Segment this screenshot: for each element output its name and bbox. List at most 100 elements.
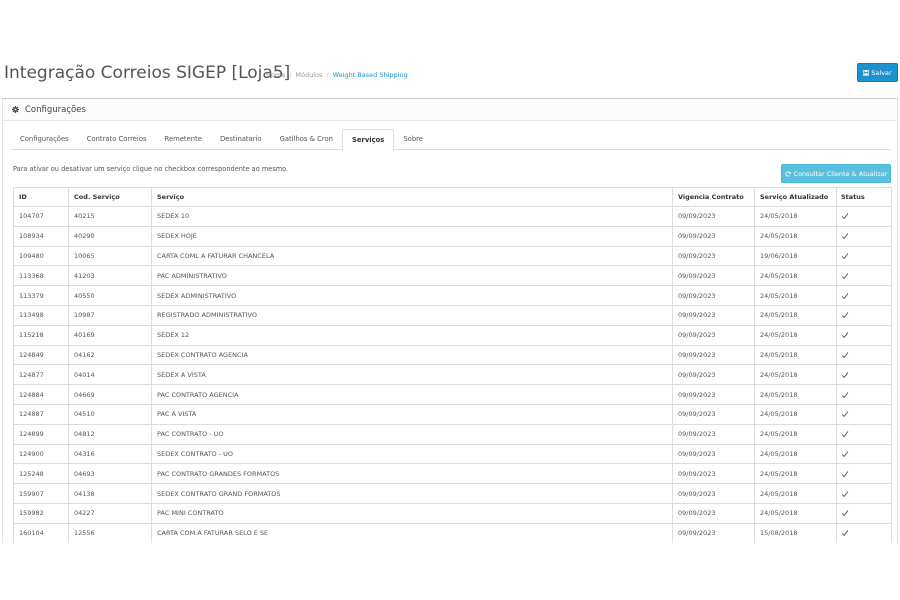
check-icon[interactable] [841,470,849,478]
cell-id: 124900 [13,443,69,465]
tab-gatilhos-cron[interactable]: Gatilhos & Cron [271,129,342,150]
gear-icon [12,106,19,113]
cell-status [836,384,892,405]
table-row: 159907 04138 SEDEX CONTRATO GRAND FORMATOS… [13,483,892,504]
cell-service: SEDEX CONTRATO AGENCIA [151,344,673,366]
check-icon[interactable] [841,212,849,220]
cell-service: CARTA COM A FATURAR SELO E SE [151,522,673,543]
tab-servicos[interactable]: Serviços [341,129,395,151]
cell-code: 12556 [68,522,152,543]
column-header-updated: Serviço Atualizado [754,187,837,207]
cell-validity: 09/09/2023 [672,265,755,287]
cell-code: 04812 [68,423,152,445]
table-row: 124877 04014 SEDEX A VISTA 09/09/2023 24/05/… [13,364,892,386]
check-icon[interactable] [841,410,849,418]
check-icon[interactable] [841,450,849,458]
check-icon[interactable] [841,430,849,438]
consult-update-button[interactable]: Consultar Cliente & Atualizar [781,164,891,183]
cell-code: 04669 [68,384,152,405]
cell-validity: 09/09/2023 [672,285,755,306]
table-row: 159982 04227 PAC MINI CONTRATO 09/09/2023 24… [13,502,892,524]
tab-contrato-correios[interactable]: Contrato Correios [78,129,156,150]
cell-updated: 24/05/2018 [754,324,837,346]
cell-code: 40290 [68,225,152,247]
cell-id: 113379 [13,285,69,306]
services-table: ID Cod. Serviço Serviço Vigencia Contrat… [13,187,892,543]
breadcrumb-separator: / [289,71,292,79]
cell-id: 160104 [13,522,69,543]
cell-updated: 24/05/2018 [754,384,837,405]
cell-service: SEDEX CONTRATO - UO [151,443,673,465]
check-icon[interactable] [841,311,849,319]
check-icon[interactable] [841,232,849,240]
page-title: Integração Correios SIGEP [Loja5] [4,63,291,83]
cell-code: 04014 [68,364,152,386]
check-icon[interactable] [841,292,849,300]
table-header-row: ID Cod. Serviço Serviço Vigencia Contrat… [13,187,892,207]
breadcrumb-separator: / [326,71,329,79]
table-row: 109480 10065 CARTA COML A FATURAR CHANCELA… [13,245,892,267]
check-icon[interactable] [841,509,849,517]
page-header: Integração Correios SIGEP [Loja5] Home /… [0,55,900,97]
table-row: 113368 41203 PAC ADMINISTRATIVO 09/09/2023 2… [13,265,892,287]
column-header-status: Status [836,187,892,207]
cell-validity: 09/09/2023 [672,522,755,543]
cell-updated: 19/06/2018 [754,245,837,267]
breadcrumb-modules[interactable]: Módulos [295,71,322,79]
cell-status [836,443,892,465]
table-row: 160104 12556 CARTA COM A FATURAR SELO E SE… [13,522,892,543]
cell-id: 104707 [13,206,69,227]
cell-code: 04162 [68,344,152,366]
cell-validity: 09/09/2023 [672,403,755,425]
column-header-service: Serviço [151,187,673,207]
tab-sobre[interactable]: Sobre [394,129,432,150]
check-icon[interactable] [841,371,849,379]
cell-id: 109480 [13,245,69,267]
cell-validity: 09/09/2023 [672,463,755,485]
check-icon[interactable] [841,272,849,280]
check-icon[interactable] [841,252,849,260]
panel-title: Configurações [25,104,86,115]
cell-status [836,423,892,445]
cell-validity: 09/09/2023 [672,344,755,366]
cell-status [836,403,892,425]
cell-validity: 09/09/2023 [672,225,755,247]
table-row: 104707 40215 SEDEX 10 09/09/2023 24/05/2018 [13,206,892,227]
check-icon[interactable] [841,351,849,359]
check-icon[interactable] [841,529,849,537]
tab-remetente[interactable]: Remetente [156,129,211,150]
cell-validity: 09/09/2023 [672,443,755,465]
cell-service: PAC CONTRATO AGENCIA [151,384,673,405]
cell-updated: 15/08/2018 [754,522,837,543]
cell-code: 40169 [68,324,152,346]
column-header-code: Cod. Serviço [68,187,152,207]
cell-id: 108934 [13,225,69,247]
breadcrumb-home[interactable]: Home [266,71,285,79]
check-icon[interactable] [841,331,849,339]
cell-service: PAC A VISTA [151,403,673,425]
cell-status [836,364,892,386]
consult-update-label: Consultar Cliente & Atualizar [793,169,888,178]
cell-code: 40215 [68,206,152,227]
table-row: 113498 10987 REGISTRADO ADMINISTRATIVO 09/0… [13,304,892,326]
check-icon[interactable] [841,490,849,498]
cell-updated: 24/05/2018 [754,304,837,326]
breadcrumb-current[interactable]: Weight Based Shipping [333,71,408,79]
cell-status [836,206,892,227]
cell-service: PAC CONTRATO - UO [151,423,673,445]
cell-id: 159907 [13,483,69,504]
cell-id: 113498 [13,304,69,326]
cell-validity: 09/09/2023 [672,245,755,267]
save-button[interactable]: Salvar [857,63,898,82]
cell-id: 124877 [13,364,69,386]
cell-updated: 24/05/2018 [754,403,837,425]
cell-status [836,245,892,267]
tab-configuracoes[interactable]: Configurações [11,129,78,150]
table-row: 124900 04316 SEDEX CONTRATO - UO 09/09/2023… [13,443,892,465]
cell-status [836,483,892,504]
tab-destinatario[interactable]: Destinatario [211,129,271,150]
floppy-icon [863,69,870,76]
check-icon[interactable] [841,391,849,399]
cell-service: PAC MINI CONTRATO [151,502,673,524]
cell-status [836,285,892,306]
